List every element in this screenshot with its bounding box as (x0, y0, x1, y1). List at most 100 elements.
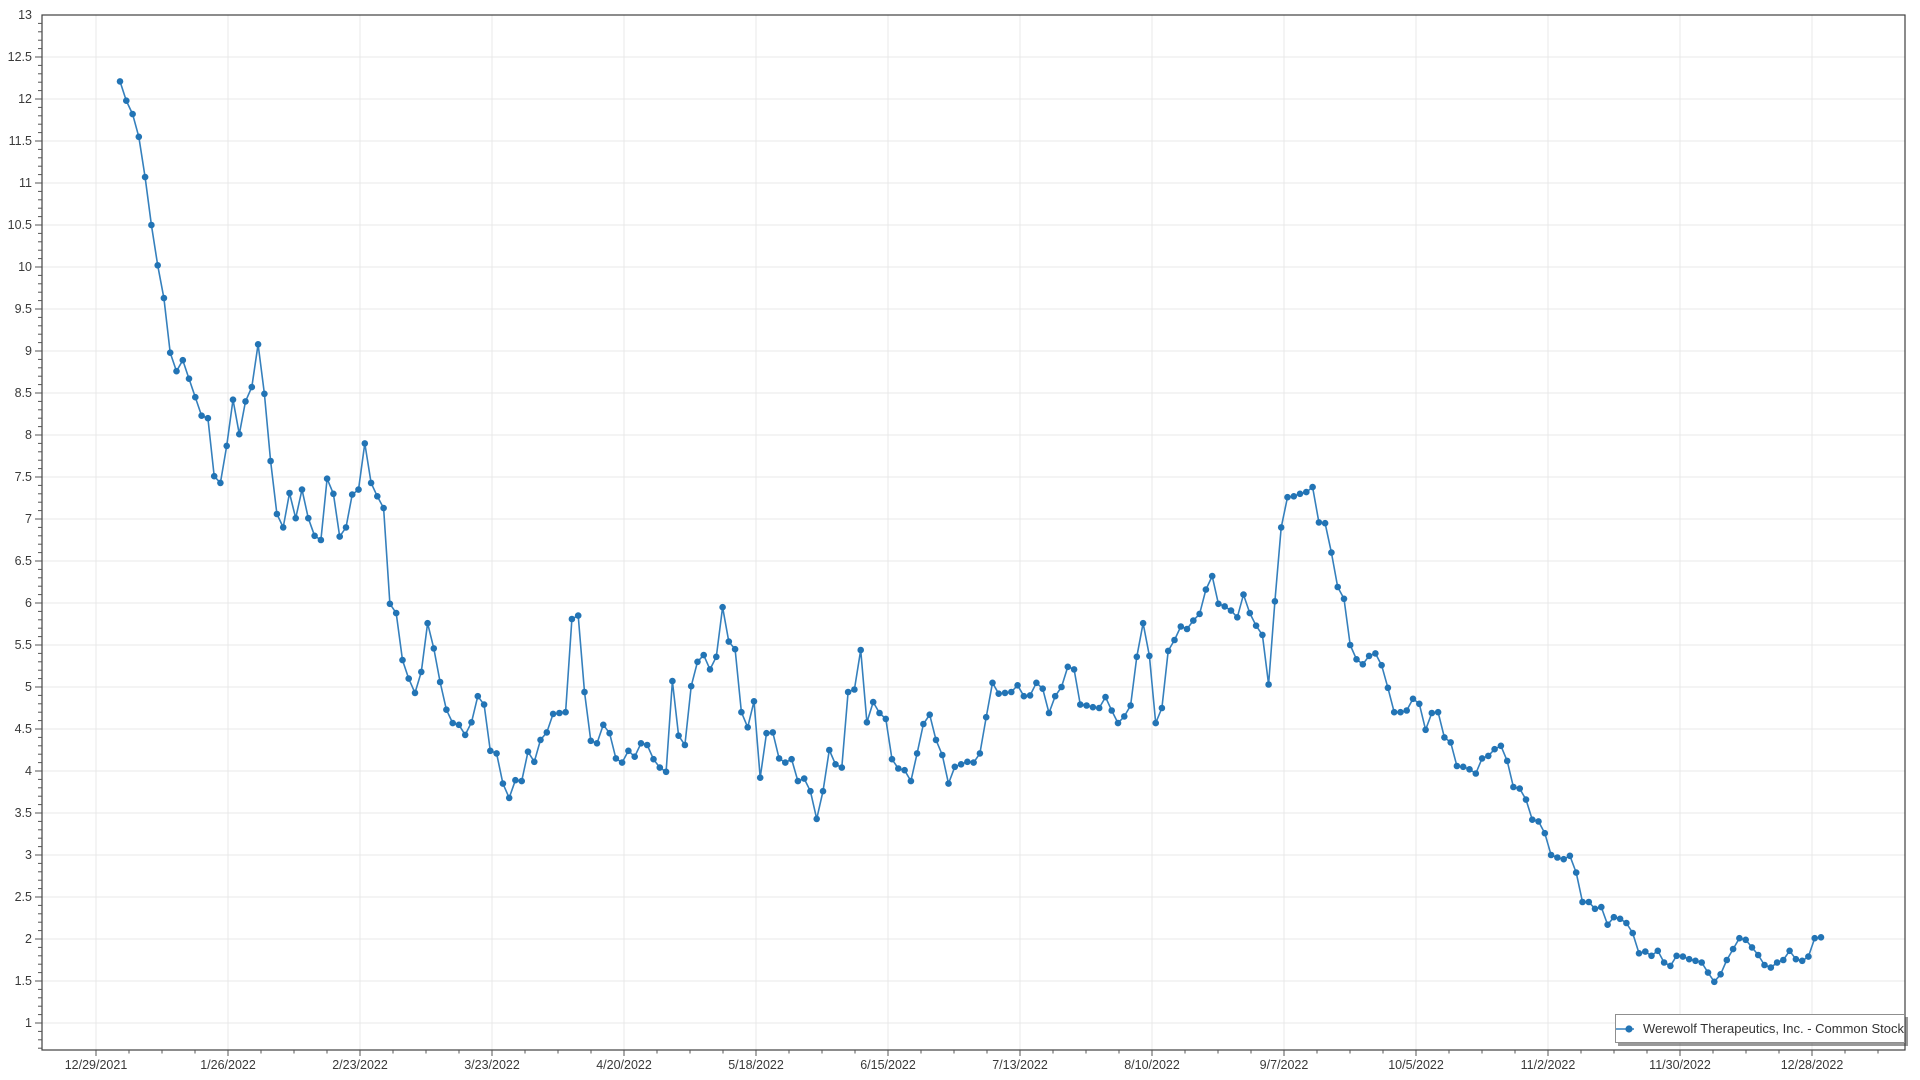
y-axis-tick-label: 11.5 (9, 134, 32, 148)
data-point-marker (1347, 642, 1354, 649)
data-point-marker (1711, 979, 1718, 986)
data-point-marker (870, 699, 877, 706)
data-point-marker (719, 604, 726, 611)
data-point-marker (349, 491, 356, 498)
data-point-marker (1184, 626, 1191, 633)
data-point-marker (1108, 707, 1115, 714)
data-point-marker (1083, 702, 1090, 709)
y-axis-tick-label: 5.5 (15, 638, 32, 652)
y-axis-tick-label: 3.5 (15, 806, 32, 820)
data-point-marker (1196, 611, 1203, 618)
data-point-marker (619, 759, 626, 766)
data-point-marker (1554, 854, 1561, 861)
data-point-marker (920, 721, 927, 728)
data-point-marker (782, 759, 789, 766)
data-point-marker (1039, 685, 1046, 692)
data-point-marker (1686, 956, 1693, 963)
data-point-marker (1033, 680, 1040, 687)
data-point-marker (795, 778, 802, 785)
data-point-marker (952, 764, 959, 771)
data-point-marker (412, 690, 419, 697)
data-point-marker (1749, 944, 1756, 951)
data-point-marker (1793, 956, 1800, 963)
data-point-marker (1341, 596, 1348, 603)
data-point-marker (481, 701, 488, 708)
data-point-marker (230, 396, 237, 403)
data-point-marker (1617, 916, 1624, 923)
data-point-marker (1473, 770, 1480, 777)
data-point-marker (399, 657, 406, 664)
data-point-marker (518, 778, 525, 785)
data-point-marker (1592, 906, 1599, 913)
data-point-marker (405, 675, 412, 682)
data-point-marker (355, 486, 362, 493)
data-point-marker (1228, 607, 1235, 614)
data-point-marker (832, 761, 839, 768)
data-point-marker (462, 732, 469, 739)
data-point-marker (700, 652, 707, 659)
data-point-marker (1780, 957, 1787, 964)
data-point-marker (1102, 694, 1109, 701)
data-point-marker (368, 480, 375, 487)
data-point-marker (1046, 710, 1053, 717)
data-point-marker (506, 795, 513, 802)
data-point-marker (1265, 681, 1272, 688)
data-point-marker (1152, 720, 1159, 727)
data-point-marker (161, 295, 168, 302)
data-point-marker (1410, 696, 1417, 703)
data-point-marker (1491, 746, 1498, 753)
data-point-marker (249, 384, 256, 391)
data-point-marker (895, 765, 902, 772)
data-point-marker (562, 709, 569, 716)
data-point-marker (581, 689, 588, 696)
data-point-marker (154, 262, 161, 269)
data-point-marker (1799, 958, 1806, 965)
data-point-marker (801, 775, 808, 782)
data-point-marker (1786, 948, 1793, 955)
data-point-marker (1466, 766, 1473, 773)
data-point-marker (1303, 489, 1310, 496)
data-point-marker (1115, 720, 1122, 727)
y-axis-tick-label: 12.5 (8, 50, 32, 64)
data-point-marker (1542, 830, 1549, 837)
data-point-marker (1391, 709, 1398, 716)
data-point-marker (1705, 969, 1712, 976)
data-point-marker (393, 610, 400, 617)
data-point-marker (1667, 963, 1674, 970)
data-point-marker (274, 511, 281, 518)
data-point-marker (1127, 702, 1134, 709)
data-point-marker (1096, 705, 1103, 712)
y-axis-tick-label: 1 (25, 1016, 32, 1030)
data-point-marker (939, 752, 946, 759)
chart-window: 1312.51211.51110.5109.598.587.576.565.55… (0, 0, 1920, 1080)
data-point-marker (556, 710, 563, 717)
data-point-marker (675, 732, 682, 739)
data-point-marker (1529, 816, 1536, 823)
data-point-marker (217, 480, 224, 487)
data-point-marker (255, 341, 262, 348)
y-axis-tick-label: 13 (18, 8, 32, 22)
data-point-marker (129, 111, 136, 118)
data-point-marker (1811, 935, 1818, 942)
x-axis-tick-label: 3/23/2022 (464, 1058, 520, 1072)
data-point-marker (1642, 948, 1649, 955)
data-point-marker (1680, 953, 1687, 960)
data-point-marker (707, 666, 714, 673)
data-point-marker (1648, 953, 1655, 960)
data-point-marker (1560, 856, 1567, 863)
data-point-marker (876, 710, 883, 717)
data-point-marker (198, 412, 205, 419)
data-point-marker (1692, 958, 1699, 965)
stock-price-chart[interactable]: 1312.51211.51110.5109.598.587.576.565.55… (0, 0, 1920, 1080)
data-point-marker (826, 747, 833, 754)
data-point-marker (1385, 685, 1392, 692)
data-point-marker (1598, 904, 1605, 911)
data-point-marker (117, 78, 124, 85)
data-point-marker (280, 524, 287, 531)
data-point-marker (776, 755, 783, 762)
data-point-marker (418, 669, 425, 676)
data-point-marker (1661, 959, 1668, 966)
legend[interactable]: Werewolf Therapeutics, Inc. - Common Sto… (1615, 1014, 1905, 1043)
data-point-marker (995, 690, 1002, 697)
data-point-marker (1334, 584, 1341, 591)
